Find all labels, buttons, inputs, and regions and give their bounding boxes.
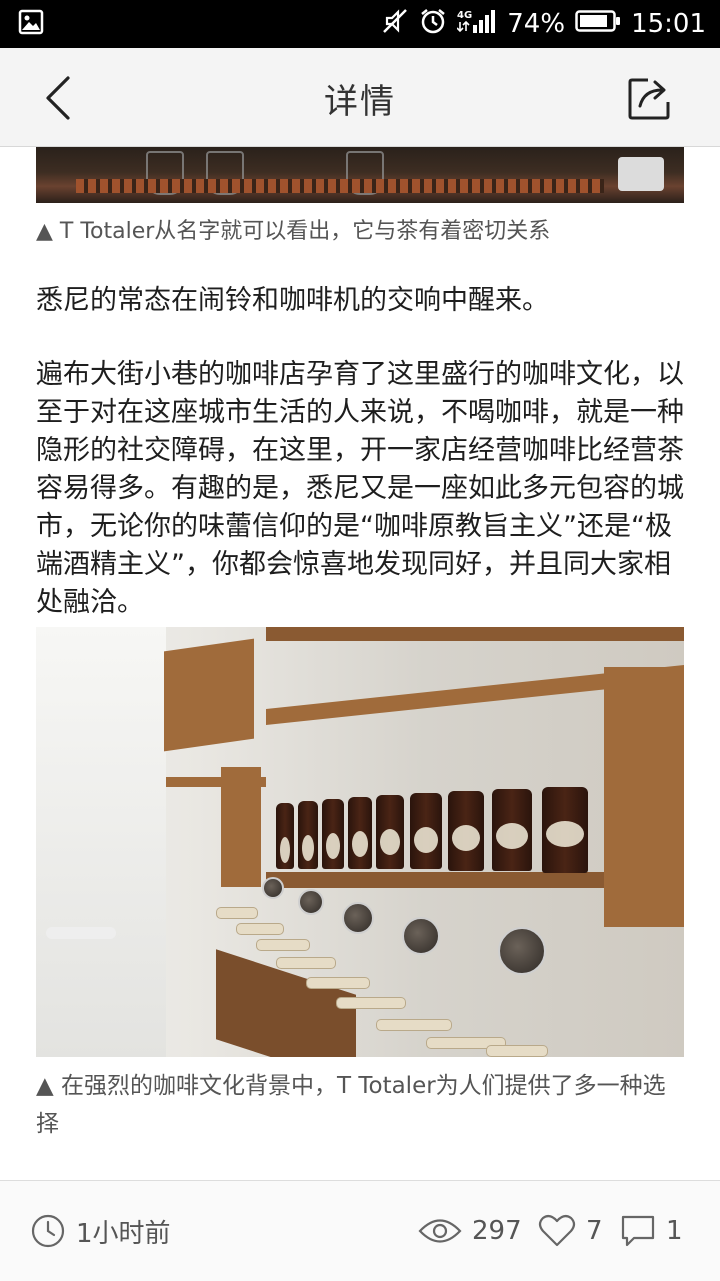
signal-icon: 4G: [456, 7, 497, 42]
likes-value: 7: [586, 1216, 603, 1246]
heart-icon: [538, 1214, 576, 1247]
image-caption-2: ▲ 在强烈的咖啡文化背景中，T Totaler为人们提供了多一种选择: [36, 1073, 666, 1137]
article-image-shelves: [36, 627, 684, 1057]
mute-icon: [381, 7, 409, 42]
article-image-teabar: [36, 147, 684, 203]
eye-icon: [418, 1219, 462, 1243]
battery-icon: [575, 8, 621, 41]
time-ago-label: 1小时前: [76, 1218, 171, 1249]
comments-value: 1: [666, 1216, 683, 1246]
battery-percent: 74%: [507, 9, 566, 39]
alarm-icon: [419, 7, 447, 42]
comment-icon: [621, 1215, 655, 1247]
clock-time: 15:01: [631, 9, 706, 39]
top-navigation-bar: 详情: [0, 48, 720, 147]
publish-time: 1小时前: [30, 1181, 171, 1281]
clock-icon: [31, 1214, 65, 1248]
like-button[interactable]: 7: [538, 1181, 603, 1281]
view-count: 297: [418, 1181, 522, 1281]
status-bar: 4G 74% 15:01: [0, 0, 720, 48]
article-content[interactable]: ▲ T Totaler从名字就可以看出，它与茶有着密切关系 悉尼的常态在闹铃和咖…: [0, 147, 720, 1180]
image-icon: [18, 9, 44, 39]
article-paragraph-1: 悉尼的常态在闹铃和咖啡机的交响中醒来。: [36, 285, 549, 316]
views-value: 297: [472, 1216, 522, 1246]
page-title: 详情: [324, 82, 396, 122]
image-caption-1: ▲ T Totaler从名字就可以看出，它与茶有着密切关系: [36, 219, 551, 244]
article-paragraph-2: 遍布大街小巷的咖啡店孕育了这里盛行的咖啡文化，以至于对在这座城市生活的人来说，不…: [36, 359, 684, 618]
share-button[interactable]: [624, 72, 676, 124]
share-icon: [628, 78, 670, 120]
svg-text:4G: 4G: [457, 10, 472, 21]
article-footer-bar: 1小时前 297 7 1: [0, 1180, 720, 1281]
comment-button[interactable]: 1: [620, 1181, 683, 1281]
